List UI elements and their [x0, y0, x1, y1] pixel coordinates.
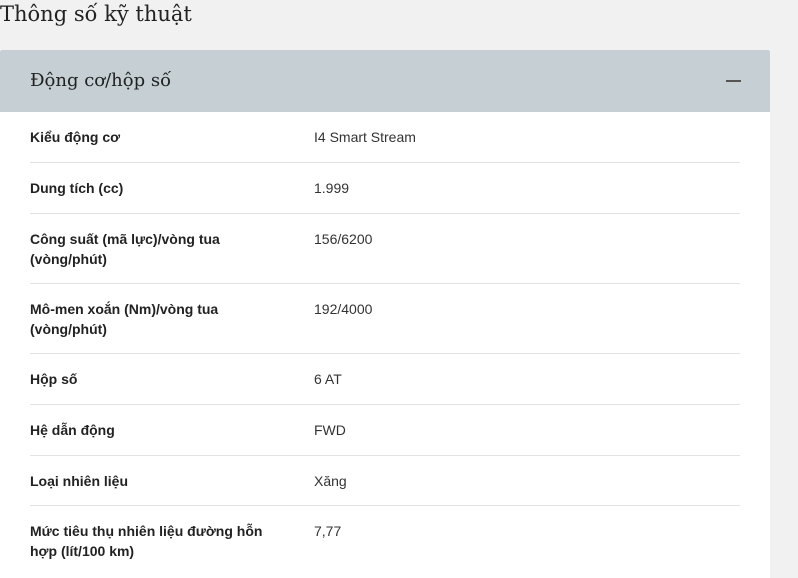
- page-margin: [770, 0, 798, 578]
- specs-panel: Động cơ/hộp số Kiểu động cơ I4 Smart Str…: [0, 50, 770, 578]
- spec-row-gearbox: Hộp số 6 AT: [30, 354, 740, 405]
- panel-header-engine-transmission[interactable]: Động cơ/hộp số: [0, 50, 770, 112]
- spec-value: 1.999: [314, 180, 350, 196]
- spec-row-drivetrain: Hệ dẫn động FWD: [30, 405, 740, 456]
- spec-label: Kiểu động cơ: [30, 129, 121, 145]
- spec-row-engine-type: Kiểu động cơ I4 Smart Stream: [30, 112, 740, 163]
- spec-label: Mức tiêu thụ nhiên liệu đường hỗn hợp (l…: [30, 523, 263, 559]
- spec-value: I4 Smart Stream: [314, 129, 416, 145]
- spec-value: 7,77: [314, 523, 342, 539]
- panel-title: Động cơ/hộp số: [30, 70, 172, 91]
- spec-list: Kiểu động cơ I4 Smart Stream Dung tích (…: [30, 112, 740, 576]
- spec-value: 6 AT: [314, 371, 342, 387]
- spec-row-power: Công suất (mã lực)/vòng tua (vòng/phút) …: [30, 214, 740, 284]
- spec-label: Hộp số: [30, 371, 78, 387]
- spec-row-fuel-consumption: Mức tiêu thụ nhiên liệu đường hỗn hợp (l…: [30, 506, 740, 576]
- spec-value: FWD: [314, 422, 346, 438]
- spec-label: Hệ dẫn động: [30, 422, 115, 438]
- spec-value: 192/4000: [314, 301, 373, 317]
- spec-value: 156/6200: [314, 231, 373, 247]
- minus-icon[interactable]: [726, 80, 741, 82]
- spec-label: Công suất (mã lực)/vòng tua (vòng/phút): [30, 231, 220, 267]
- spec-value: Xăng: [314, 473, 347, 489]
- spec-row-displacement: Dung tích (cc) 1.999: [30, 163, 740, 214]
- spec-label: Dung tích (cc): [30, 180, 124, 196]
- spec-row-fuel-type: Loại nhiên liệu Xăng: [30, 456, 740, 506]
- page-title: Thông số kỹ thuật: [0, 2, 192, 26]
- spec-label: Loại nhiên liệu: [30, 473, 129, 489]
- spec-row-torque: Mô-men xoắn (Nm)/vòng tua (vòng/phút) 19…: [30, 284, 740, 354]
- spec-label: Mô-men xoắn (Nm)/vòng tua (vòng/phút): [30, 301, 219, 337]
